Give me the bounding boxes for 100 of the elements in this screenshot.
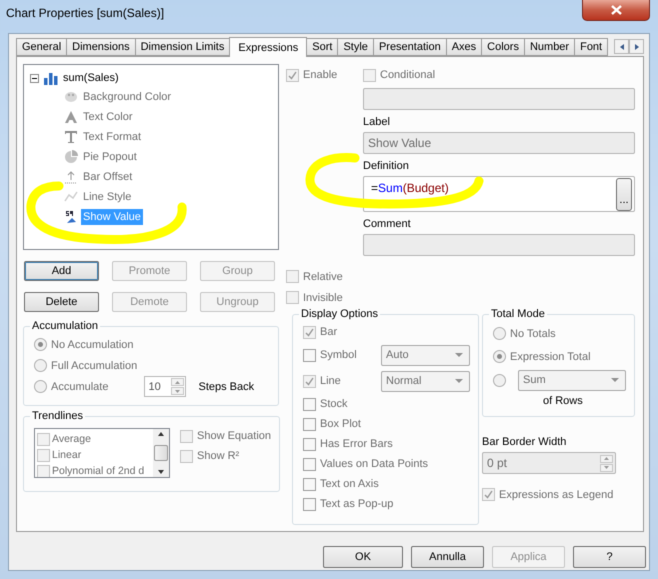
spin-down-icon[interactable] <box>600 464 613 472</box>
checkbox-label: Line <box>320 375 341 387</box>
steps-field[interactable]: 10 <box>144 376 186 397</box>
checkbox[interactable] <box>303 418 316 430</box>
dialog-button[interactable]: ? <box>573 546 646 568</box>
checkbox-label: Stock <box>320 398 348 410</box>
group-title: Display Options <box>300 308 380 320</box>
field-label: Bar Border Width <box>482 436 568 448</box>
checkbox[interactable] <box>303 498 316 510</box>
dropdown[interactable]: Auto <box>381 344 470 366</box>
condition-field[interactable] <box>363 88 635 110</box>
close-icon <box>610 5 622 15</box>
steps-label: Steps Back <box>198 380 254 392</box>
comment-field[interactable] <box>363 234 635 256</box>
close-button[interactable] <box>582 0 650 21</box>
radio-label: Full Accumulation <box>51 360 138 372</box>
radio-button[interactable] <box>34 380 47 393</box>
spin-up-icon[interactable] <box>600 454 613 462</box>
tab[interactable]: Expressions <box>229 37 308 57</box>
spin-down-icon[interactable] <box>171 387 184 395</box>
action-button[interactable]: Add <box>24 261 99 281</box>
checkbox[interactable] <box>37 432 50 446</box>
radio-button[interactable] <box>493 327 506 340</box>
list-item[interactable]: Polynomial of 2nd d <box>52 465 144 477</box>
tab[interactable]: Colors <box>481 38 525 56</box>
line-style-icon <box>64 190 78 204</box>
collapse-icon[interactable] <box>30 74 39 82</box>
checkbox[interactable] <box>37 464 50 477</box>
checkbox-label: Box Plot <box>320 418 361 430</box>
palette-icon <box>64 90 78 104</box>
checkbox[interactable] <box>303 458 316 470</box>
tree-item[interactable]: Line Style <box>81 189 134 205</box>
radio-button[interactable] <box>493 374 506 386</box>
dropdown-caret-icon <box>455 353 463 357</box>
label-field[interactable]: Show Value <box>363 132 635 154</box>
checkbox[interactable] <box>303 398 316 410</box>
border-width-field[interactable]: 0 pt <box>482 452 616 474</box>
tree-item[interactable]: Pie Popout <box>81 149 139 165</box>
tab[interactable]: Number <box>524 38 576 56</box>
scroll-down-icon[interactable] <box>158 470 164 474</box>
dropdown[interactable]: Sum <box>518 370 626 390</box>
dialog-button[interactable]: Annulla <box>411 546 484 568</box>
checkbox-label: Relative <box>303 270 343 282</box>
pie-chart-icon <box>64 150 78 164</box>
field-label: Label <box>363 116 391 128</box>
tab[interactable]: Dimension Limits <box>134 38 230 56</box>
list-item[interactable]: Average <box>52 433 91 445</box>
checkbox-label: Invisible <box>303 292 343 304</box>
offset-icon <box>64 170 78 184</box>
checkbox-label: Show Equation <box>197 430 271 442</box>
checkbox-label: Enable <box>303 69 338 81</box>
tab[interactable]: Font <box>574 38 608 56</box>
edit-expression-button[interactable]: ... <box>616 178 632 211</box>
list-item[interactable]: Linear <box>52 449 82 461</box>
group-title: Total Mode <box>490 308 546 320</box>
serif-a-icon <box>64 110 78 124</box>
checkbox[interactable] <box>180 450 193 462</box>
checkbox[interactable] <box>303 348 316 362</box>
checkbox[interactable] <box>303 438 316 450</box>
field-label: Definition <box>363 160 410 172</box>
scroll-left-button[interactable] <box>614 39 629 54</box>
tree-item[interactable]: Text Format <box>81 129 144 145</box>
group-title: Accumulation <box>31 320 100 332</box>
checkbox[interactable] <box>286 270 299 283</box>
radio-label: Expression Total <box>510 350 591 362</box>
checkbox-label: Text on Axis <box>320 478 379 490</box>
checkbox-label: Values on Data Points <box>320 458 428 470</box>
tab[interactable]: Dimensions <box>66 38 136 56</box>
tree-item[interactable]: sum(Sales) <box>63 72 119 84</box>
dialog-button[interactable]: OK <box>323 546 403 568</box>
dropdown-suffix: of Rows <box>542 395 583 407</box>
radio-label: No Accumulation <box>51 338 134 350</box>
checkbox[interactable] <box>37 448 50 462</box>
tab[interactable]: Style <box>337 38 374 56</box>
dropdown-caret-icon <box>611 378 619 382</box>
scroll-up-icon[interactable] <box>158 432 164 436</box>
checkbox-label: Show R² <box>197 450 240 462</box>
action-button[interactable]: Delete <box>24 292 99 312</box>
checkbox[interactable] <box>303 478 316 490</box>
tree-item[interactable]: Background Color <box>81 89 174 105</box>
scroll-right-button[interactable] <box>629 39 644 54</box>
spin-up-icon[interactable] <box>171 378 184 386</box>
tab[interactable]: Axes <box>446 38 482 56</box>
tab[interactable]: General <box>16 38 68 56</box>
checkbox-label: Conditional <box>380 69 436 81</box>
tree-item[interactable]: Text Color <box>81 109 135 125</box>
tab[interactable]: Sort <box>306 38 338 56</box>
window-title: Chart Properties [sum(Sales)] <box>6 6 164 20</box>
tab[interactable]: Presentation <box>372 38 447 56</box>
checkbox[interactable] <box>363 68 376 82</box>
checkbox-label: Text as Pop-up <box>320 498 394 510</box>
scrollbar[interactable] <box>153 429 169 477</box>
checkbox[interactable] <box>180 430 193 442</box>
radio-button[interactable] <box>34 338 47 351</box>
radio-button[interactable] <box>493 350 506 363</box>
checkbox[interactable] <box>286 291 299 304</box>
tree-item[interactable]: Bar Offset <box>81 169 134 185</box>
checkbox-label: Symbol <box>320 349 357 361</box>
radio-button[interactable] <box>34 359 47 372</box>
group-title: Trendlines <box>31 410 84 422</box>
